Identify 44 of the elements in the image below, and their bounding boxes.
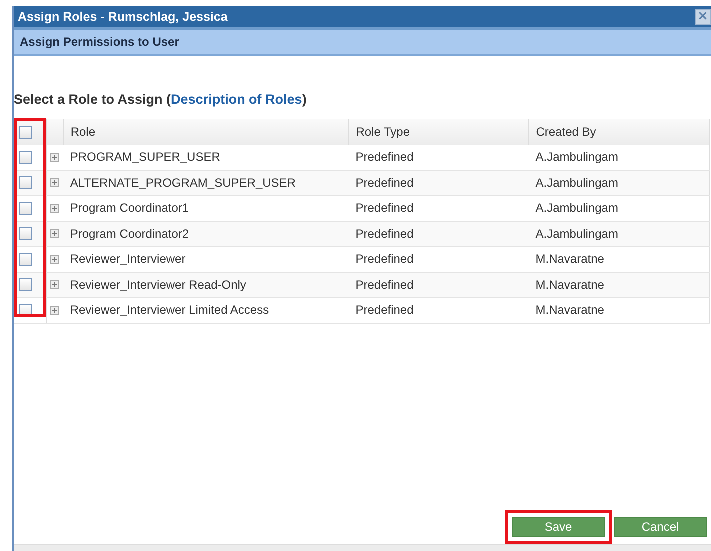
row-checkbox[interactable] [19, 176, 32, 190]
expand-icon[interactable] [50, 254, 60, 264]
table-cell: Reviewer_Interviewer [70, 252, 186, 266]
cancel-button[interactable]: Cancel [614, 517, 707, 537]
heading: Select a Role to Assign (Description of Roles) [14, 92, 308, 107]
table-cell: A.Jambulingam [536, 176, 618, 190]
column-header[interactable]: Created By [536, 125, 596, 139]
table-cell: M.Navaratne [536, 252, 604, 266]
table-cell: Predefined [356, 201, 414, 216]
table-cell: PROGRAM_SUPER_USER [70, 150, 220, 164]
table-cell: Program Coordinator2 [70, 226, 190, 241]
table-cell: Predefined [356, 176, 414, 190]
expand-icon[interactable] [50, 152, 60, 162]
table-cell: A.Jambulingam [536, 226, 618, 241]
expand-icon[interactable] [50, 229, 60, 238]
table-cell: A.Jambulingam [536, 150, 618, 164]
column-header[interactable]: Role Type [356, 125, 410, 139]
table-cell: ALTERNATE_PROGRAM_SUPER_USER [70, 176, 296, 190]
row-checkbox[interactable] [19, 252, 32, 266]
table-cell: Program Coordinator1 [70, 201, 190, 216]
table-cell: M.Navaratne [536, 303, 604, 318]
table-cell: Predefined [356, 150, 414, 164]
table-cell: Predefined [356, 252, 414, 266]
row-checkbox[interactable] [19, 278, 32, 292]
expand-icon[interactable] [50, 204, 60, 213]
save-button[interactable]: Save [512, 517, 605, 537]
table-cell: Reviewer_Interviewer Read-Only [70, 278, 246, 292]
window-title: Assign Roles - Rumschlag, Jessica [18, 10, 228, 24]
row-checkbox[interactable] [19, 150, 32, 164]
table-cell: Predefined [356, 278, 414, 292]
table-cell: A.Jambulingam [536, 201, 618, 216]
row-checkbox[interactable] [19, 202, 32, 215]
expand-icon[interactable] [50, 306, 60, 315]
row-checkbox[interactable] [19, 227, 32, 240]
expand-icon[interactable] [50, 178, 60, 188]
description-link[interactable]: Description of Roles [171, 92, 302, 107]
select-all-checkbox[interactable] [19, 126, 32, 138]
section-header: Assign Permissions to User [20, 35, 180, 49]
table-cell: Predefined [356, 303, 414, 318]
table-cell: Predefined [356, 226, 414, 241]
table-cell: Reviewer_Interviewer Limited Access [70, 303, 270, 318]
table-cell: M.Navaratne [536, 278, 604, 292]
expand-icon[interactable] [50, 280, 60, 290]
column-header[interactable]: Role [70, 125, 96, 139]
